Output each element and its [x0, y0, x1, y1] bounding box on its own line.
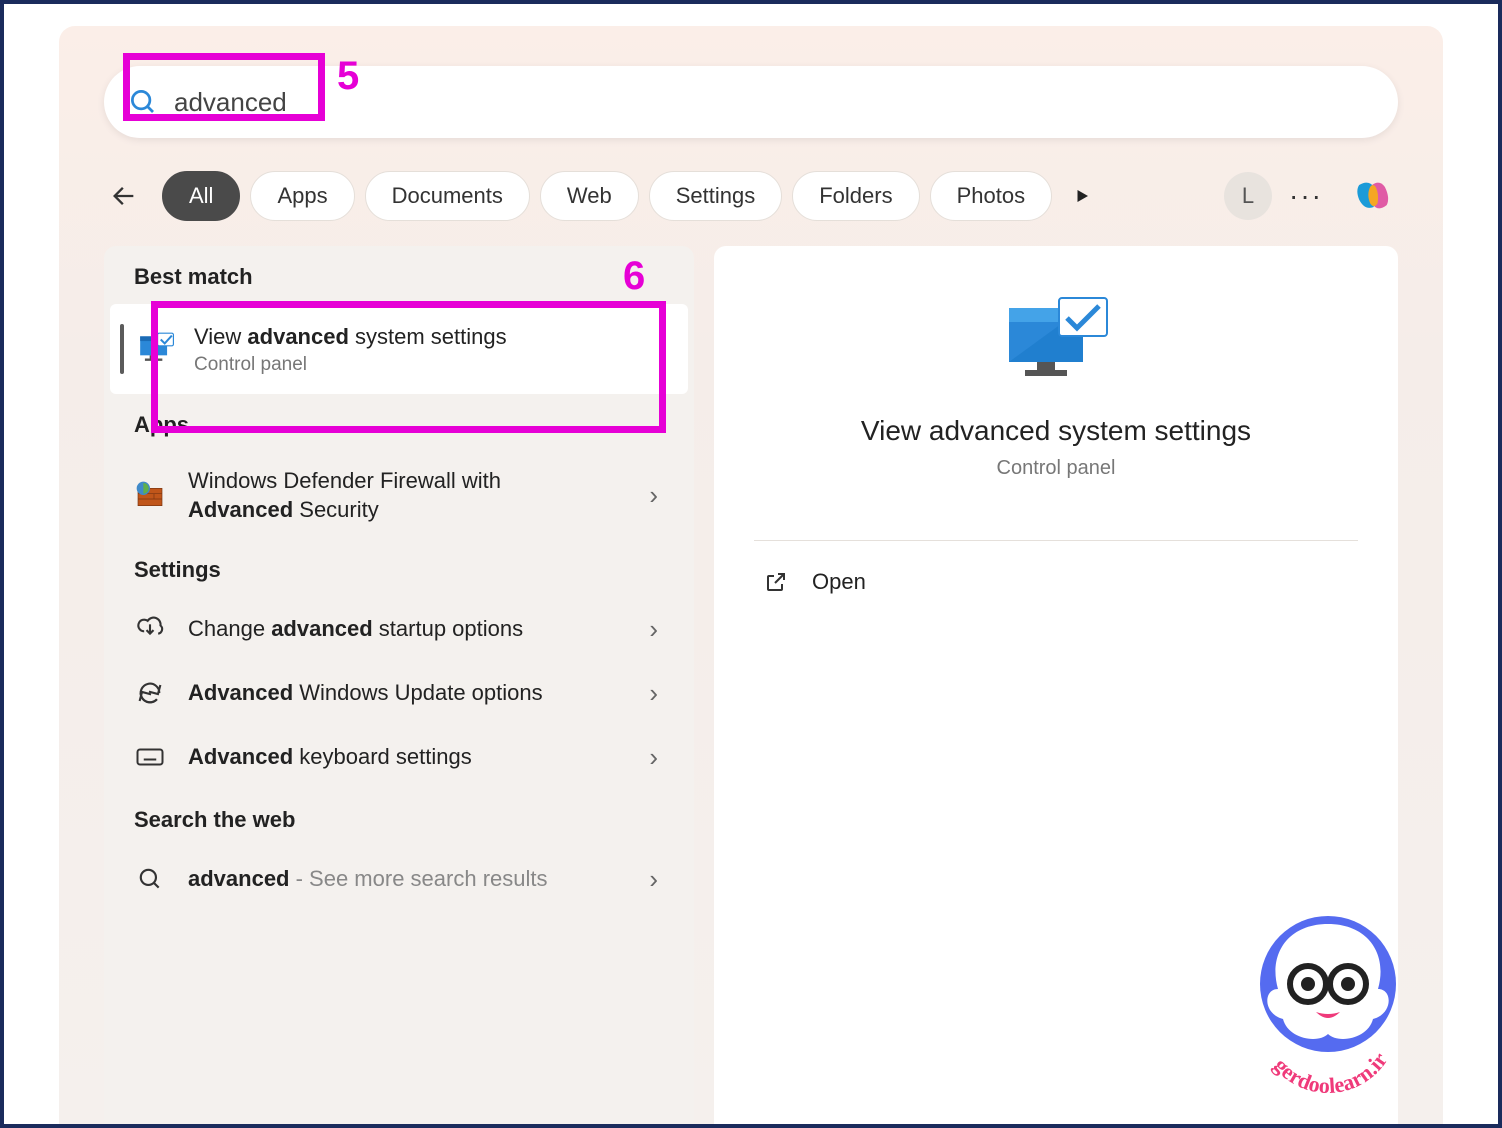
user-avatar[interactable]: L — [1224, 172, 1272, 220]
section-web: Search the web — [104, 789, 694, 847]
filter-more-button[interactable] — [1062, 176, 1102, 216]
t: - See more search results — [290, 866, 548, 891]
t: startup options — [373, 616, 523, 641]
results-list: Best match View advanced system settings… — [104, 246, 694, 1124]
annotation-label-6: 6 — [623, 254, 645, 299]
result-title: Windows Defender Firewall with Advanced … — [188, 466, 641, 525]
t: Security — [293, 497, 379, 522]
result-text: View advanced system settings Control pa… — [194, 322, 670, 376]
search-icon — [128, 87, 158, 117]
watermark-text: gerdoolearn.ir — [1269, 1047, 1392, 1094]
chevron-right-icon[interactable]: › — [641, 480, 666, 511]
chevron-right-icon[interactable]: › — [641, 864, 666, 895]
watermark-logo: gerdoolearn.ir — [1228, 894, 1428, 1094]
t: Windows Defender Firewall with — [188, 468, 501, 493]
download-icon — [132, 611, 168, 647]
results-container: Best match View advanced system settings… — [104, 246, 1398, 1124]
open-label: Open — [812, 569, 866, 595]
chevron-right-icon[interactable]: › — [641, 742, 666, 773]
filter-settings[interactable]: Settings — [649, 171, 783, 221]
t: Advanced — [188, 497, 293, 522]
t: Change — [188, 616, 271, 641]
result-title: Advanced keyboard settings — [188, 742, 641, 772]
chevron-right-icon[interactable]: › — [641, 678, 666, 709]
firewall-icon — [132, 477, 168, 513]
filter-apps[interactable]: Apps — [250, 171, 354, 221]
result-title: Advanced Windows Update options — [188, 678, 641, 708]
filter-row: All Apps Documents Web Settings Folders … — [104, 168, 1398, 224]
result-best-match[interactable]: View advanced system settings Control pa… — [110, 304, 688, 394]
preview-subtitle: Control panel — [997, 457, 1116, 480]
search-icon — [132, 861, 168, 897]
section-best-match: Best match — [104, 246, 694, 304]
t: advanced — [247, 324, 349, 349]
t: keyboard settings — [293, 744, 472, 769]
keyboard-icon — [132, 739, 168, 775]
t: Advanced — [188, 680, 293, 705]
t: advanced — [271, 616, 373, 641]
result-firewall[interactable]: Windows Defender Firewall with Advanced … — [104, 452, 694, 539]
filter-folders[interactable]: Folders — [792, 171, 919, 221]
preview-title: View advanced system settings — [861, 415, 1251, 447]
result-keyboard-settings[interactable]: Advanced keyboard settings › — [104, 725, 694, 789]
preview-app-icon — [1001, 296, 1111, 391]
annotation-label-5: 5 — [337, 54, 359, 99]
sync-icon — [132, 675, 168, 711]
copilot-icon[interactable] — [1346, 170, 1398, 222]
open-icon — [764, 570, 788, 594]
chevron-right-icon[interactable]: › — [641, 614, 666, 645]
section-settings: Settings — [104, 539, 694, 597]
t: advanced — [188, 866, 290, 891]
t: View — [194, 324, 247, 349]
monitor-settings-icon — [136, 329, 176, 369]
result-subtitle: Control panel — [194, 354, 670, 376]
section-apps: Apps — [104, 394, 694, 452]
filter-documents[interactable]: Documents — [365, 171, 530, 221]
open-action[interactable]: Open — [754, 541, 1358, 623]
result-title: advanced - See more search results — [188, 864, 641, 894]
svg-text:gerdoolearn.ir: gerdoolearn.ir — [1269, 1047, 1392, 1094]
result-startup-options[interactable]: Change advanced startup options › — [104, 597, 694, 661]
result-web-search[interactable]: advanced - See more search results › — [104, 847, 694, 911]
search-bar[interactable] — [104, 66, 1398, 138]
back-button[interactable] — [104, 176, 144, 216]
t: system settings — [349, 324, 507, 349]
t: Advanced — [188, 744, 293, 769]
filter-web[interactable]: Web — [540, 171, 639, 221]
result-windows-update[interactable]: Advanced Windows Update options › — [104, 661, 694, 725]
filter-all[interactable]: All — [162, 171, 240, 221]
filter-photos[interactable]: Photos — [930, 171, 1053, 221]
result-title: Change advanced startup options — [188, 614, 641, 644]
t: Windows Update options — [293, 680, 542, 705]
more-button[interactable]: ··· — [1282, 172, 1330, 220]
window-frame: All Apps Documents Web Settings Folders … — [0, 0, 1502, 1128]
